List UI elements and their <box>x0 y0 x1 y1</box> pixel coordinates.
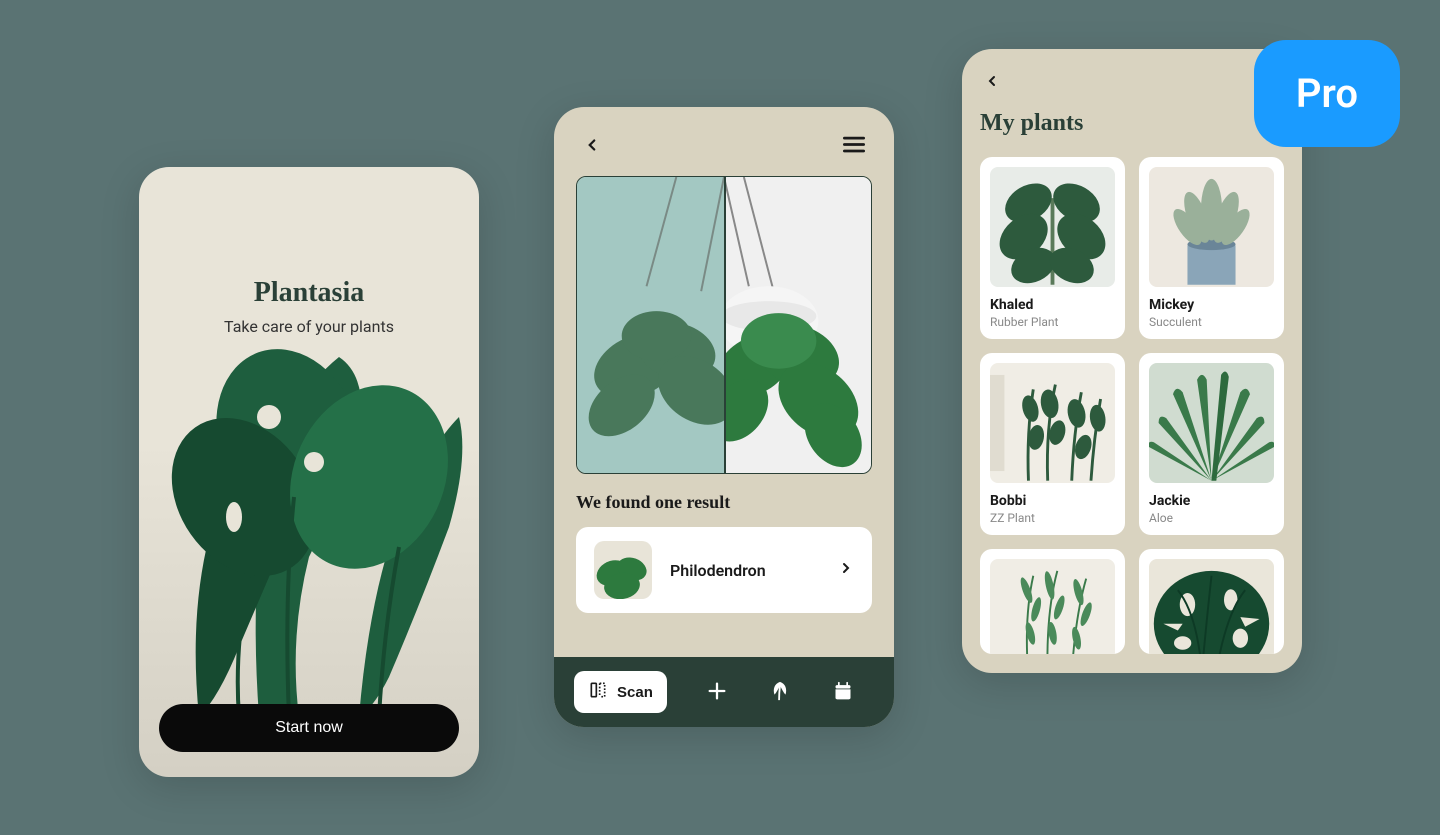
plant-type: ZZ Plant <box>990 511 1115 525</box>
nav-scan-button[interactable]: Scan <box>574 671 667 713</box>
back-button[interactable] <box>980 73 1004 92</box>
nav-scan-label: Scan <box>617 684 653 701</box>
header <box>554 107 894 176</box>
menu-button[interactable] <box>839 132 869 161</box>
plant-card[interactable]: Khaled Rubber Plant <box>980 157 1125 339</box>
result-plant-name: Philodendron <box>670 561 820 580</box>
hero-plant-image <box>139 297 479 717</box>
plant-image <box>1149 559 1274 654</box>
plant-card[interactable]: Bobbi ZZ Plant <box>980 353 1125 535</box>
plant-type: Succulent <box>1149 315 1274 329</box>
plant-name: Bobbi <box>990 493 1115 509</box>
plant-type: Aloe <box>1149 511 1274 525</box>
result-heading: We found one result <box>576 492 872 513</box>
chevron-right-icon <box>838 560 854 580</box>
compare-divider <box>724 177 726 473</box>
pro-badge: Pro <box>1254 40 1400 147</box>
plant-card[interactable]: Jackie Aloe <box>1139 353 1284 535</box>
nav-plants-button[interactable] <box>763 674 797 711</box>
scan-compare-image <box>576 176 872 474</box>
nav-add-button[interactable] <box>700 674 734 711</box>
plant-image <box>990 559 1115 654</box>
plant-name: Jackie <box>1149 493 1274 509</box>
scan-result-screen: We found one result Philodendron <box>554 107 894 727</box>
onboarding-screen: Plantasia Take care of your plants Start… <box>139 167 479 777</box>
page-title: My plants <box>980 110 1284 137</box>
scan-icon <box>588 680 608 704</box>
plant-image <box>990 363 1115 483</box>
plant-card[interactable] <box>980 549 1125 654</box>
plant-image <box>990 167 1115 287</box>
back-button[interactable] <box>579 132 605 161</box>
plants-grid: Khaled Rubber Plant Mickey Succ <box>980 157 1284 654</box>
plant-image <box>1149 363 1274 483</box>
bottom-nav: Scan <box>554 657 894 727</box>
plant-card[interactable] <box>1139 549 1284 654</box>
result-thumbnail <box>594 541 652 599</box>
start-button[interactable]: Start now <box>159 704 459 752</box>
plant-type: Rubber Plant <box>990 315 1115 329</box>
result-card[interactable]: Philodendron <box>576 527 872 613</box>
plant-image <box>1149 167 1274 287</box>
plant-name: Khaled <box>990 297 1115 313</box>
plant-name: Mickey <box>1149 297 1274 313</box>
plant-card[interactable]: Mickey Succulent <box>1139 157 1284 339</box>
nav-calendar-button[interactable] <box>827 675 859 710</box>
my-plants-screen: My plants Khaled Rubber Plant <box>962 49 1302 673</box>
